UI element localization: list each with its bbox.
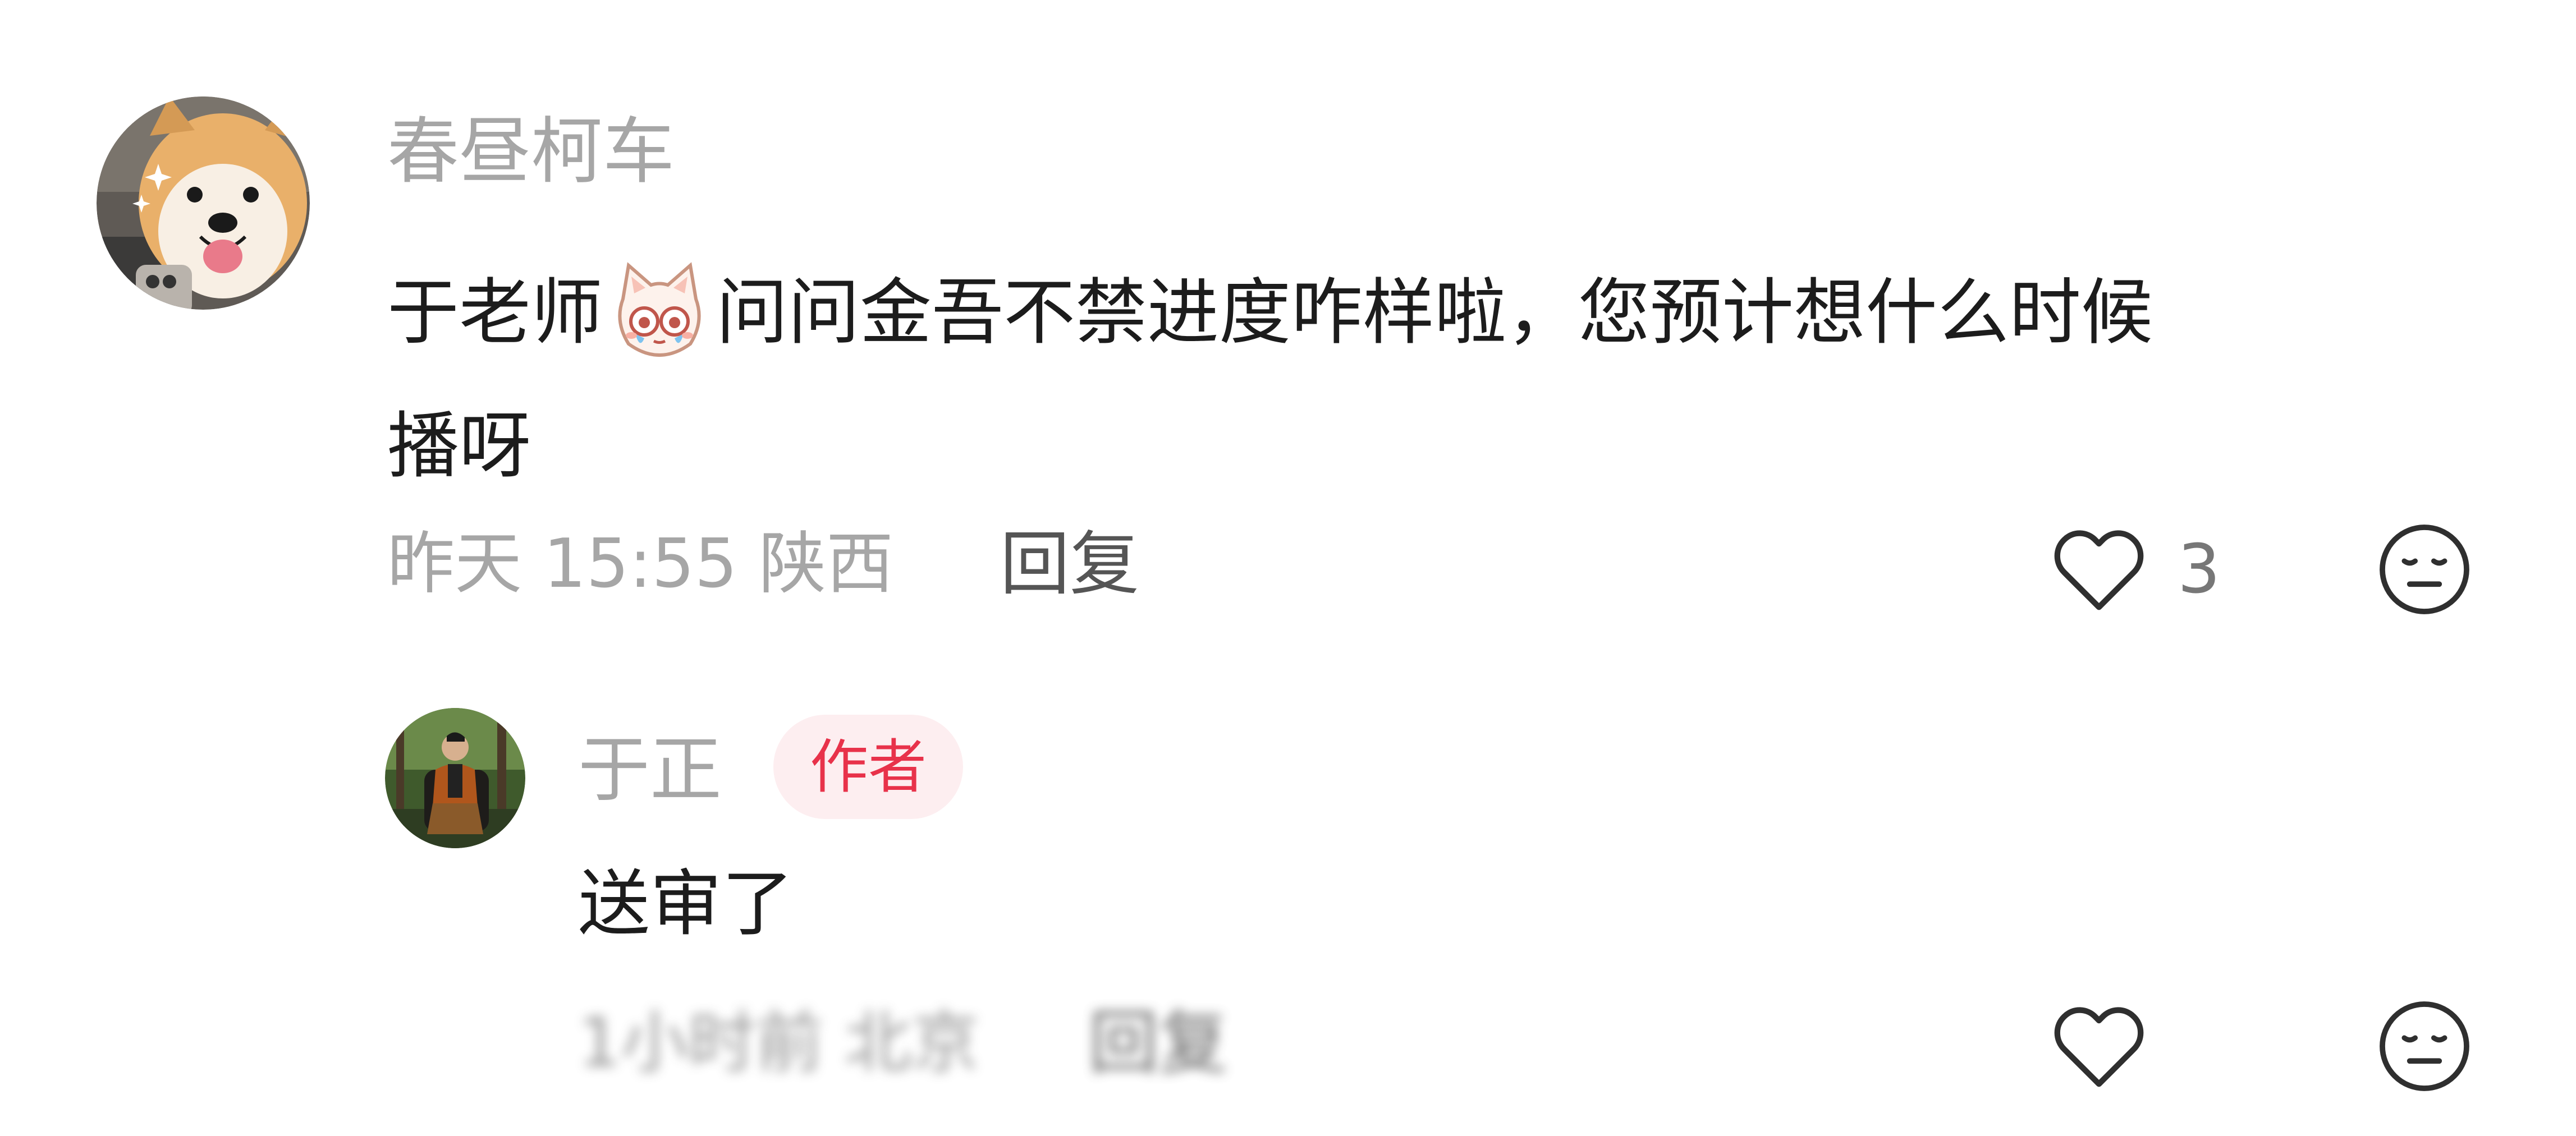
author-badge: 作者 (773, 715, 963, 819)
comment-location: 陕西 (759, 525, 894, 603)
comment-thread: 春昼柯车 于老师 问问金吾不禁进度咋样啦，您预计想什么时候 播呀 昨天 15:5… (0, 0, 2576, 1136)
author-avatar[interactable] (385, 708, 525, 848)
commenter-username[interactable]: 春昼柯车 (387, 110, 675, 194)
comment-meta: 昨天 15:55 陕西 (387, 525, 893, 604)
comment-text-start: 于老师 (387, 271, 603, 355)
reply-body: 送审了 (578, 862, 794, 946)
like-count: 3 (2178, 531, 2221, 609)
neutral-face-icon[interactable] (2374, 996, 2475, 1097)
dog-avatar-image (97, 96, 310, 310)
crying-cat-emoji-icon (606, 260, 713, 366)
author-username[interactable]: 于正 (578, 728, 722, 812)
author-photo-image (385, 708, 525, 848)
comment-body: 于老师 问问金吾不禁进度咋样啦，您预计想什么时候 (387, 246, 2475, 380)
comment-text-rest: 问问金吾不禁进度咋样啦，您预计想什么时候 (716, 271, 2153, 355)
reply-button[interactable]: 回复 (1000, 525, 1139, 604)
commenter-avatar[interactable] (97, 96, 310, 310)
reply-reply-button[interactable]: 回复 (1089, 1004, 1228, 1083)
heart-outline-icon[interactable] (2046, 516, 2152, 623)
comment-timestamp: 昨天 15:55 (387, 525, 737, 603)
heart-outline-icon[interactable] (2046, 993, 2152, 1100)
neutral-face-icon[interactable] (2374, 519, 2475, 620)
comment-text-line2: 播呀 (387, 404, 531, 488)
reply-meta-blurred: 1小时前 北京 (578, 1004, 979, 1082)
